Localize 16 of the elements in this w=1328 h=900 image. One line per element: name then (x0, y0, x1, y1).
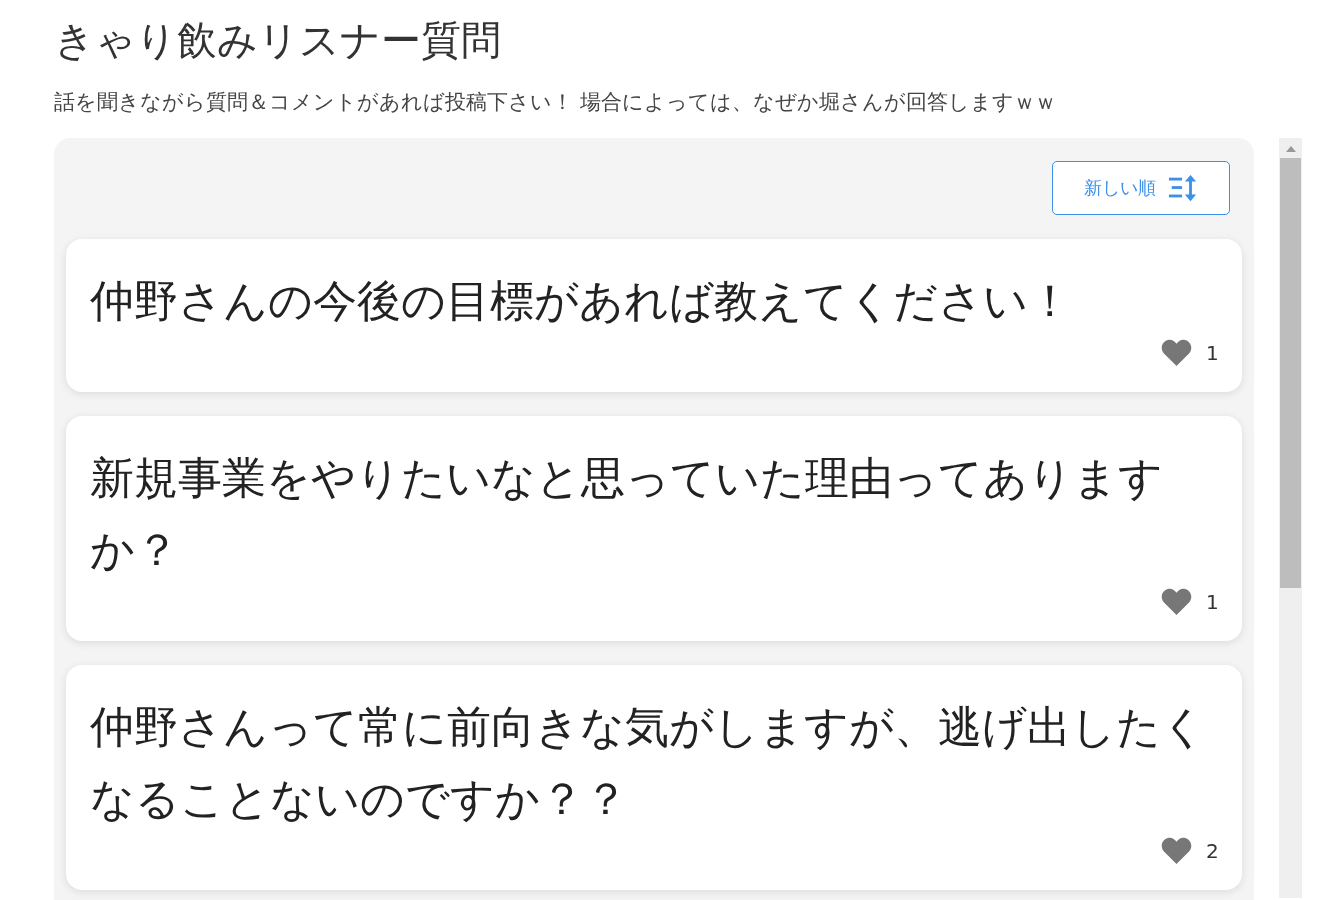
heart-icon[interactable] (1161, 837, 1192, 864)
like-count: 2 (1206, 838, 1218, 863)
question-text: 仲野さんって常に前向きな気がしますが、逃げ出したくなることないのですか？？ (90, 700, 1207, 826)
sort-button[interactable]: 新しい順 (1052, 161, 1230, 215)
sort-icon (1168, 174, 1198, 202)
scrollbar[interactable] (1279, 138, 1302, 898)
page-description: 話を聞きながら質問＆コメントがあれば投稿下さい！ 場合によっては、なぜか堀さんが回答しますｗｗ (54, 89, 1057, 116)
question-text: 新規事業をやりたいなと思っていた理由ってありますか？ (90, 451, 1164, 577)
scrollbar-thumb[interactable] (1280, 158, 1301, 588)
heart-icon[interactable] (1161, 339, 1192, 366)
heart-icon[interactable] (1161, 588, 1192, 615)
like-count: 1 (1206, 340, 1218, 365)
page-title: きゃり飲みリスナー質問 (54, 16, 502, 65)
question-text: 仲野さんの今後の目標があれば教えてください！ (90, 274, 1073, 328)
like-count: 1 (1206, 589, 1218, 614)
scroll-up-arrow[interactable] (1285, 146, 1296, 152)
